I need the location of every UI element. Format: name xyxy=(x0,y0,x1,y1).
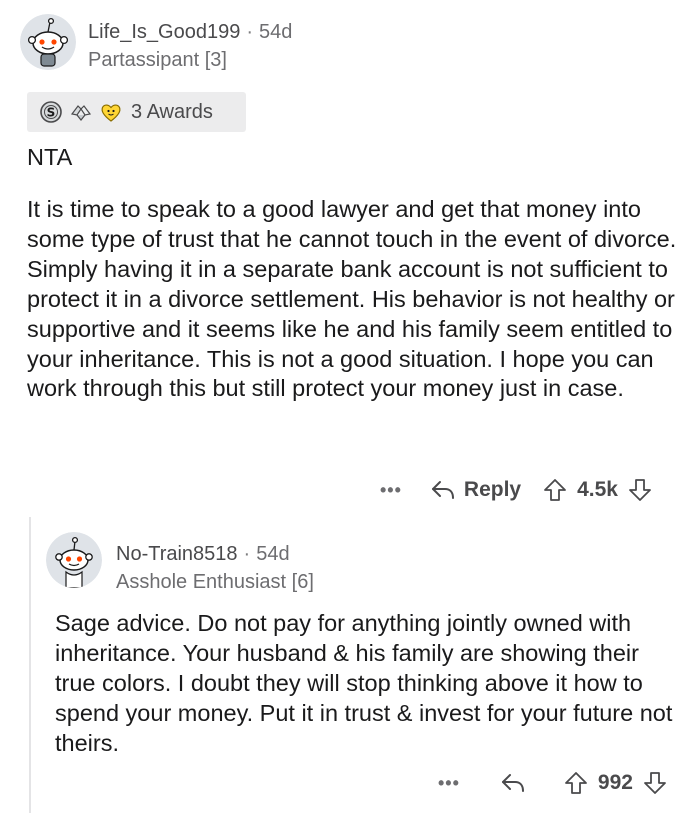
reply-more-options-button[interactable]: ••• xyxy=(438,773,460,794)
reply-actions: ••• 992 xyxy=(438,765,667,801)
reply-arrow-icon xyxy=(501,774,524,792)
reply-meta: No-Train8518 · 54d Asshole Enthusiast [6… xyxy=(116,540,314,596)
comment-verdict: NTA xyxy=(27,144,73,170)
reply-reply-button[interactable] xyxy=(500,772,526,794)
snoo-avatar-icon xyxy=(20,14,76,70)
upvote-arrow-icon[interactable] xyxy=(564,771,588,795)
reply-button[interactable]: Reply xyxy=(430,478,521,502)
reply-age: 54d xyxy=(256,543,290,565)
user-avatar[interactable] xyxy=(20,14,76,70)
upvote-arrow-icon[interactable] xyxy=(543,478,567,502)
comment-age: 54d xyxy=(259,21,293,43)
comment-body: It is time to speak to a good lawyer and… xyxy=(27,196,677,402)
downvote-arrow-icon[interactable] xyxy=(628,478,652,502)
reply-vote-score: 992 xyxy=(597,771,633,794)
downvote-arrow-icon[interactable] xyxy=(643,771,667,795)
helpful-hands-icon xyxy=(69,100,93,124)
reply-label: Reply xyxy=(463,478,522,501)
vote-controls: 4.5k xyxy=(543,478,652,502)
reply-body: Sage advice. Do not pay for anything joi… xyxy=(55,610,673,756)
snoo-avatar-icon xyxy=(46,532,102,588)
reply-user-avatar[interactable] xyxy=(46,532,102,588)
vote-score: 4.5k xyxy=(577,478,618,501)
reply-username[interactable]: No-Train8518 xyxy=(116,540,238,568)
reply-arrow-icon xyxy=(431,481,454,499)
wholesome-heart-icon xyxy=(99,100,123,124)
comment-actions: ••• Reply 4.5k xyxy=(380,472,652,508)
comment-meta: Life_Is_Good199 · 54d Partassipant [3] xyxy=(88,18,292,74)
reply-user-flair: Asshole Enthusiast [6] xyxy=(116,571,314,593)
silver-coin-icon: S xyxy=(39,100,63,124)
more-options-button[interactable]: ••• xyxy=(380,480,402,501)
awards-bar[interactable]: S 3 Awards xyxy=(27,92,246,132)
username[interactable]: Life_Is_Good199 xyxy=(88,18,240,46)
svg-text:S: S xyxy=(47,106,56,120)
awards-count: 3 Awards xyxy=(131,100,213,123)
reply-meta-separator: · xyxy=(243,543,251,565)
reply-username-line: No-Train8518 · 54d xyxy=(116,540,314,568)
username-line: Life_Is_Good199 · 54d xyxy=(88,18,292,46)
user-flair: Partassipant [3] xyxy=(88,49,227,71)
meta-separator: · xyxy=(246,21,254,43)
reply-vote-controls: 992 xyxy=(564,771,667,795)
thread-line[interactable] xyxy=(29,517,31,813)
